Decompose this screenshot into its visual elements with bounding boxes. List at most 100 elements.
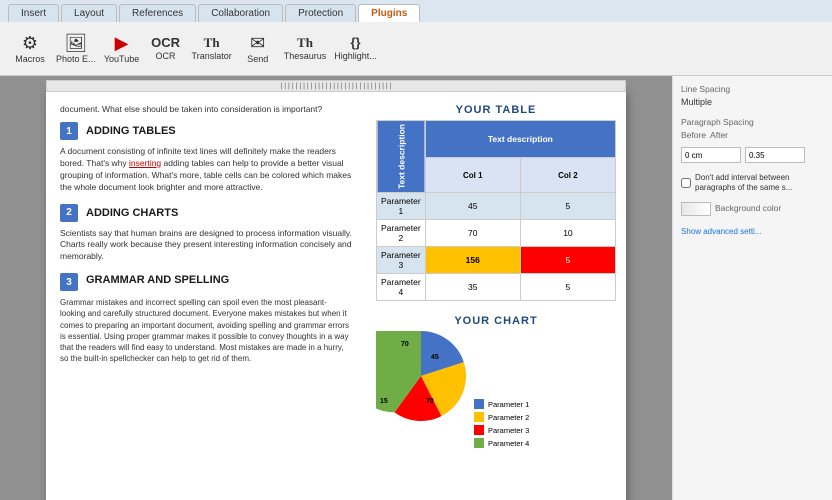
table-col1-header: Col 1 (425, 158, 520, 193)
pie-chart: 45 70 15 70 (376, 331, 466, 500)
tool-macros-label: Macros (15, 54, 45, 64)
chart-section: YOUR CHART (376, 315, 616, 500)
section-1-title: ADDING TABLES (86, 125, 176, 137)
legend-label-3: Parameter 3 (488, 426, 529, 435)
table-col-header: Text description (425, 121, 615, 158)
section-3-title: GRAMMAR AND SPELLING (86, 274, 229, 286)
tab-bar: Insert Layout References Collaboration P… (0, 0, 832, 22)
legend-label-4: Parameter 4 (488, 439, 529, 448)
tool-highlight[interactable]: {} Highlight... (334, 36, 377, 61)
tool-send[interactable]: ✉ Send (240, 34, 276, 64)
table-row: Parameter 1 45 5 (377, 193, 616, 220)
document-container[interactable]: | | | | | | | | | | | | | | | | | | | | … (0, 76, 672, 500)
ocr-icon: OCR (151, 36, 180, 49)
advanced-section: Show advanced setti... (681, 226, 824, 236)
tool-thesaurus[interactable]: Th Thesaurus (284, 36, 327, 61)
chart-container: 45 70 15 70 Parameter 1 (376, 331, 616, 500)
highlight-text: inserting (129, 158, 161, 168)
chart-labels: 45 70 15 70 (376, 336, 466, 426)
paragraph-spacing-section: Paragraph Spacing Before After (681, 117, 824, 163)
spacing-values-row (681, 147, 824, 163)
section-2-number: 2 (60, 204, 78, 222)
intro-text: document. What else should be taken into… (60, 104, 352, 114)
legend-item-3: Parameter 3 (474, 425, 529, 435)
tool-translator[interactable]: Th Translator (192, 36, 232, 61)
advanced-link[interactable]: Show advanced setti... (681, 227, 762, 236)
table-title: YOUR TABLE (376, 104, 616, 116)
table-cell: Parameter 1 (377, 193, 426, 220)
table-cell: 70 (425, 220, 520, 247)
page-right-column: YOUR TABLE Text description Text descrip… (366, 92, 626, 500)
table-cell: 35 (425, 274, 520, 301)
legend-color-1 (474, 399, 484, 409)
tool-photo-label: Photo E... (56, 54, 96, 64)
tab-collaboration[interactable]: Collaboration (198, 4, 283, 22)
section-3-body: Grammar mistakes and incorrect spelling … (60, 297, 352, 364)
section-1-text: A document consisting of infinite text l… (60, 146, 351, 192)
table-row: Parameter 2 70 10 (377, 220, 616, 247)
label-45: 45 (431, 354, 439, 361)
legend-item-2: Parameter 2 (474, 412, 529, 422)
tool-macros[interactable]: ⚙ Macros (12, 34, 48, 64)
tool-ocr[interactable]: OCR OCR (148, 36, 184, 61)
table-cell-highlight: 156 (425, 247, 520, 274)
table-row: Parameter 4 35 5 (377, 274, 616, 301)
tool-photo[interactable]: 🖼 Photo E... (56, 34, 96, 64)
spacing-before-row: Before After (681, 130, 824, 143)
before-label: Before (681, 130, 706, 140)
send-icon: ✉ (250, 34, 265, 52)
tab-insert[interactable]: Insert (8, 4, 59, 22)
photo-icon: 🖼 (64, 34, 87, 52)
section-adding-tables: 1 ADDING TABLES A document consisting of… (60, 122, 352, 194)
label-70-top: 70 (401, 341, 409, 348)
tab-plugins[interactable]: Plugins (358, 4, 420, 22)
row-label: Text description (396, 124, 406, 189)
right-panel: Line Spacing Multiple Paragraph Spacing … (672, 76, 832, 500)
line-spacing-section: Line Spacing Multiple (681, 84, 824, 107)
before-input[interactable] (681, 147, 741, 163)
intro-text-content: document. What else should be taken into… (60, 104, 322, 114)
checkbox-row: Don't add interval between paragraphs of… (681, 173, 824, 192)
table-cell: 5 (520, 193, 615, 220)
legend-item-1: Parameter 1 (474, 399, 529, 409)
section-adding-charts: 2 ADDING CHARTS Scientists say that huma… (60, 204, 352, 264)
tab-references[interactable]: References (119, 4, 196, 22)
legend-label-1: Parameter 1 (488, 400, 529, 409)
document-page: document. What else should be taken into… (46, 92, 626, 500)
table-cell: 10 (520, 220, 615, 247)
tool-send-label: Send (247, 54, 268, 64)
ruler: | | | | | | | | | | | | | | | | | | | | … (46, 80, 626, 92)
youtube-icon: ▶ (115, 34, 129, 52)
section-1-header: 1 ADDING TABLES (60, 122, 352, 140)
color-preview[interactable] (681, 202, 711, 216)
thesaurus-icon: Th (297, 36, 313, 49)
after-label: After (710, 130, 728, 140)
tab-protection[interactable]: Protection (285, 4, 356, 22)
data-table: Text description Text description Col 1 … (376, 120, 616, 301)
page-left-column: document. What else should be taken into… (46, 92, 366, 500)
paragraph-checkbox[interactable] (681, 178, 691, 188)
tab-layout[interactable]: Layout (61, 4, 117, 22)
tool-thesaurus-label: Thesaurus (284, 51, 327, 61)
section-1-number: 1 (60, 122, 78, 140)
tool-youtube[interactable]: ▶ YouTube (104, 34, 140, 64)
section-1-body: A document consisting of infinite text l… (60, 146, 352, 194)
toolbar-icons: ⚙ Macros 🖼 Photo E... ▶ YouTube OCR OCR … (4, 30, 828, 68)
label-15: 15 (380, 398, 388, 405)
chart-title: YOUR CHART (376, 315, 616, 327)
translator-icon: Th (204, 36, 220, 49)
line-spacing-value: Multiple (681, 97, 824, 107)
bg-color-row: Background color (681, 202, 824, 216)
table-row-header: Text description (377, 121, 426, 193)
bg-color-label: Background color (715, 203, 781, 213)
after-input[interactable] (745, 147, 805, 163)
section-2-body: Scientists say that human brains are des… (60, 228, 352, 264)
table-cell: Parameter 2 (377, 220, 426, 247)
label-70-bot: 70 (426, 398, 434, 405)
table-cell-red: 5 (520, 247, 615, 274)
section-2-header: 2 ADDING CHARTS (60, 204, 352, 222)
tool-ocr-label: OCR (156, 51, 176, 61)
legend-label-2: Parameter 2 (488, 413, 529, 422)
table-cell: Parameter 3 (377, 247, 426, 274)
section-2-title: ADDING CHARTS (86, 207, 178, 219)
